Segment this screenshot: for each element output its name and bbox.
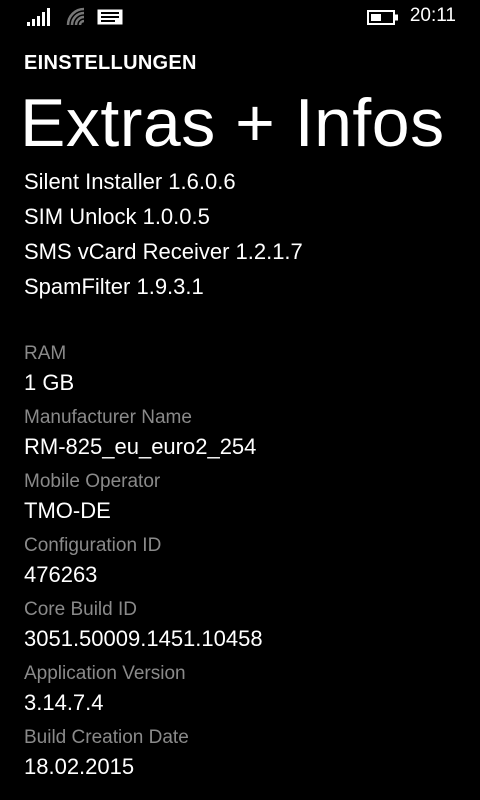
app-version-spamfilter: SpamFilter 1.9.3.1 [24, 274, 204, 299]
app-version-sms-vcard-receiver: SMS vCard Receiver 1.2.1.7 [24, 239, 303, 264]
info-value: 3.14.7.4 [24, 690, 104, 715]
app-version-sim-unlock: SIM Unlock 1.0.0.5 [24, 204, 210, 229]
status-bar: 20:11 [0, 0, 480, 32]
info-core-build-id: Core Build ID 3051.50009.1451.10458 [24, 596, 464, 660]
info-label: Build Creation Date [24, 727, 189, 748]
page-title: Extras + Infos [20, 85, 445, 161]
info-value: 18.02.2015 [24, 754, 135, 779]
info-build-creation-date: Build Creation Date 18.02.2015 [24, 724, 464, 788]
message-icon [97, 9, 123, 25]
signal-strength-icon [27, 8, 50, 26]
app-title: EINSTELLUNGEN [24, 52, 197, 74]
info-application-version: Application Version 3.14.7.4 [24, 660, 464, 724]
info-value: TMO-DE [24, 498, 111, 523]
info-label: Mobile Operator [24, 471, 161, 492]
status-time: 20:11 [409, 5, 456, 26]
device-info-list: RAM 1 GB Manufacturer Name RM-825_eu_eur… [24, 340, 464, 788]
info-label: RAM [24, 343, 67, 364]
info-label: Application Version [24, 663, 186, 684]
info-mobile-operator: Mobile Operator TMO-DE [24, 468, 464, 532]
wifi-icon [66, 7, 85, 26]
app-version-silent-installer: Silent Installer 1.6.0.6 [24, 169, 236, 194]
info-value: 476263 [24, 562, 98, 587]
info-ram: RAM 1 GB [24, 340, 464, 404]
info-value: RM-825_eu_euro2_254 [24, 434, 257, 459]
info-configuration-id: Configuration ID 476263 [24, 532, 464, 596]
info-value: 1 GB [24, 370, 75, 395]
info-manufacturer-name: Manufacturer Name RM-825_eu_euro2_254 [24, 404, 464, 468]
battery-icon [367, 10, 398, 25]
info-label: Manufacturer Name [24, 407, 192, 428]
info-label: Configuration ID [24, 535, 162, 556]
info-value: 3051.50009.1451.10458 [24, 626, 263, 651]
installed-apps-list: Silent Installer 1.6.0.6 SIM Unlock 1.0.… [24, 164, 464, 304]
info-label: Core Build ID [24, 599, 137, 620]
